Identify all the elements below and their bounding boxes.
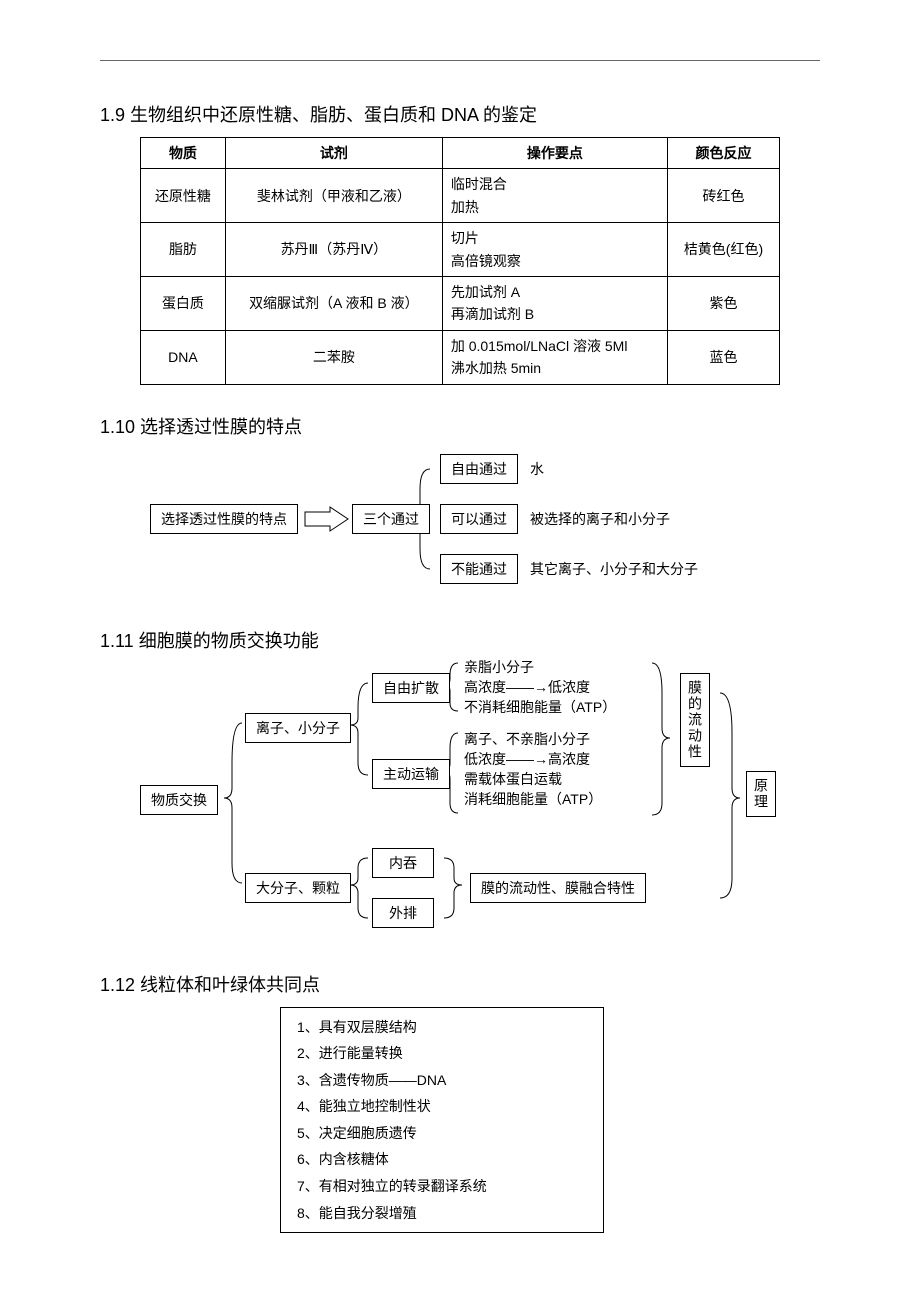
cell: 双缩脲试剂（A 液和 B 液）: [225, 276, 442, 330]
txt-d2d: 消耗细胞能量（ATP）: [464, 789, 602, 810]
cell: 苏丹Ⅲ（苏丹Ⅳ）: [225, 223, 442, 277]
th-substance: 物质: [141, 138, 226, 169]
list-item: 6、内含核糖体: [297, 1146, 587, 1173]
brace-icon: [224, 723, 242, 883]
list-item: 8、能自我分裂增殖: [297, 1200, 587, 1227]
list-item: 5、决定细胞质遗传: [297, 1120, 587, 1147]
txt-d2b: 低浓度——→高浓度: [464, 749, 590, 770]
cell: 还原性糖: [141, 169, 226, 223]
box-endo: 内吞: [372, 848, 434, 878]
box-ions: 离子、小分子: [245, 713, 351, 743]
cell: 斐林试剂（甲液和乙液）: [225, 169, 442, 223]
list-item: 3、含遗传物质——DNA: [297, 1067, 587, 1094]
diagram-1-11: 物质交换 离子、小分子 大分子、颗粒 自由扩散 主动运输 内吞 外排 亲脂小分子…: [140, 663, 820, 943]
box-mid: 三个通过: [352, 504, 430, 534]
cell: 蓝色: [667, 330, 779, 384]
box-root: 物质交换: [140, 785, 218, 815]
txt-d2c: 需载体蛋白运载: [464, 769, 562, 790]
cell: 蛋白质: [141, 276, 226, 330]
diagram-1-10: 选择透过性膜的特点 三个通过 自由通过 可以通过 不能通过 水 被选择的离子和小…: [140, 449, 820, 599]
txt-d1b: 高浓度——→低浓度: [464, 677, 590, 698]
brace-icon: [350, 683, 368, 775]
page-top-rule: [100, 60, 820, 61]
cell: DNA: [141, 330, 226, 384]
heading-1-10: 1.10 选择透过性膜的特点: [100, 413, 820, 439]
label-others: 其它离子、小分子和大分子: [530, 559, 698, 580]
heading-1-11: 1.11 细胞膜的物质交换功能: [100, 627, 820, 653]
brace-icon: [720, 693, 740, 898]
txt-d2a: 离子、不亲脂小分子: [464, 729, 590, 750]
cell: 加 0.015mol/LNaCl 溶液 5Ml沸水加热 5min: [442, 330, 667, 384]
list-item: 2、进行能量转换: [297, 1040, 587, 1067]
arrow-icon: [305, 507, 348, 531]
box-exo: 外排: [372, 898, 434, 928]
txt-d1c: 不消耗细胞能量（ATP）: [464, 697, 616, 718]
cell: 临时混合加热: [442, 169, 667, 223]
cell: 脂肪: [141, 223, 226, 277]
cell: 二苯胺: [225, 330, 442, 384]
list-1-12: 1、具有双层膜结构 2、进行能量转换 3、含遗传物质——DNA 4、能独立地控制…: [280, 1007, 604, 1234]
list-item: 1、具有双层膜结构: [297, 1014, 587, 1041]
box-fluidity: 膜的流动性: [680, 673, 710, 767]
box-fusion: 膜的流动性、膜融合特性: [470, 873, 646, 903]
label-water: 水: [530, 459, 544, 480]
cell: 砖红色: [667, 169, 779, 223]
label-selected: 被选择的离子和小分子: [530, 509, 670, 530]
th-reagent: 试剂: [225, 138, 442, 169]
box-pass-can: 可以通过: [440, 504, 518, 534]
th-operation: 操作要点: [442, 138, 667, 169]
list-item: 4、能独立地控制性状: [297, 1093, 587, 1120]
heading-1-12: 1.12 线粒体和叶绿体共同点: [100, 971, 820, 997]
box-macro: 大分子、颗粒: [245, 873, 351, 903]
box-principle: 原理: [746, 771, 776, 817]
list-item: 7、有相对独立的转录翻译系统: [297, 1173, 587, 1200]
brace-icon: [350, 858, 368, 918]
cell: 桔黄色(红色): [667, 223, 779, 277]
box-pass-free: 自由通过: [440, 454, 518, 484]
th-color: 颜色反应: [667, 138, 779, 169]
box-active: 主动运输: [372, 759, 450, 789]
box-diffusion: 自由扩散: [372, 673, 450, 703]
txt-d1a: 亲脂小分子: [464, 657, 534, 678]
brace-icon: [444, 858, 462, 918]
cell: 先加试剂 A再滴加试剂 B: [442, 276, 667, 330]
cell: 紫色: [667, 276, 779, 330]
box-pass-no: 不能通过: [440, 554, 518, 584]
brace-icon: [652, 663, 670, 815]
cell: 切片高倍镜观察: [442, 223, 667, 277]
table-1-9: 物质 试剂 操作要点 颜色反应 还原性糖 斐林试剂（甲液和乙液） 临时混合加热 …: [140, 137, 780, 385]
heading-1-9: 1.9 生物组织中还原性糖、脂肪、蛋白质和 DNA 的鉴定: [100, 101, 820, 127]
